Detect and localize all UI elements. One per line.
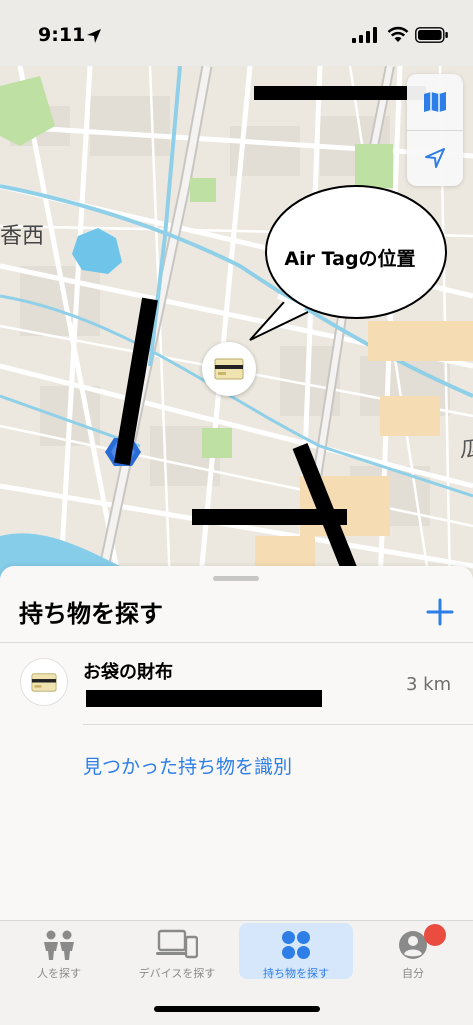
map-icon — [424, 92, 446, 112]
tab-people[interactable]: 人を探す — [2, 923, 116, 980]
list-item[interactable]: お袋の財布 3 km — [0, 644, 473, 726]
tab-label: 持ち物を探す — [263, 967, 329, 980]
tab-items[interactable]: 持ち物を探す — [239, 923, 353, 980]
item-distance: 3 km — [406, 674, 452, 695]
battery-icon — [415, 27, 448, 43]
status-time: 9:11 — [38, 24, 86, 46]
sheet-title: 持ち物を探す — [19, 600, 163, 628]
identify-found-item-link[interactable]: 見つかった持ち物を識別 — [83, 752, 292, 779]
tab-devices[interactable]: デバイスを探す — [120, 923, 234, 980]
item-avatar — [20, 658, 68, 706]
items-sheet: 持ち物を探す お袋の財布 3 km 見つかった持ち物を識別 — [0, 566, 473, 920]
map-view[interactable]: 香西 瓜 Air Tagの位置 — [0, 66, 473, 586]
wifi-icon — [387, 26, 409, 42]
location-arrow-icon — [87, 29, 101, 43]
tab-label: 自分 — [402, 967, 424, 980]
wallet-card-icon — [214, 358, 244, 380]
notification-badge — [424, 924, 446, 946]
wallet-card-icon — [31, 672, 57, 692]
item-divider — [83, 724, 473, 725]
current-location-button[interactable] — [407, 130, 463, 186]
item-location-pin[interactable] — [202, 342, 256, 396]
people-icon — [44, 930, 74, 960]
callout-text: Air Tagの位置 — [284, 248, 416, 270]
items-icon — [282, 931, 310, 959]
location-arrow-outline-icon — [425, 148, 445, 168]
status-bar: 9:11 — [0, 0, 473, 66]
map-controls — [407, 74, 463, 186]
tab-label: 人を探す — [37, 967, 81, 980]
tab-label: デバイスを探す — [138, 967, 216, 980]
sheet-divider — [0, 642, 473, 643]
item-location-redacted — [86, 690, 322, 707]
home-indicator — [154, 1006, 320, 1012]
cellular-signal-icon — [352, 27, 377, 43]
map-style-button[interactable] — [407, 74, 463, 130]
add-item-button[interactable] — [424, 596, 456, 628]
devices-icon — [156, 929, 198, 959]
item-name: お袋の財布 — [83, 662, 173, 683]
tab-me[interactable]: 自分 — [356, 923, 470, 980]
sheet-grabber[interactable] — [213, 576, 259, 581]
